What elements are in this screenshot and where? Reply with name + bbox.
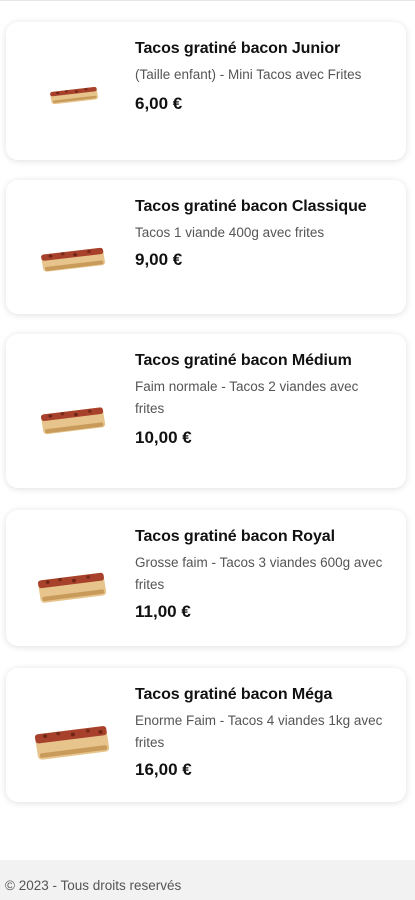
product-description: Faim normale - Tacos 2 viandes avec frit… [135, 379, 359, 416]
product-image [46, 80, 102, 110]
product-title: Tacos gratiné bacon Méga [135, 686, 333, 703]
tacos-image-icon [37, 572, 107, 603]
product-card-classique[interactable]: Tacos gratiné bacon Classique Tacos 1 vi… [6, 180, 406, 314]
footer: © 2023 - Tous droits reservés [0, 860, 415, 900]
product-info: Tacos gratiné bacon Classique Tacos 1 vi… [135, 198, 390, 270]
product-title: Tacos gratiné bacon Classique [135, 198, 367, 215]
product-price: 11,00 € [135, 602, 191, 621]
product-card-royal[interactable]: Tacos gratiné bacon Royal Grosse faim - … [6, 510, 406, 646]
product-info: Tacos gratiné bacon Royal Grosse faim - … [135, 528, 390, 622]
tacos-image-icon [34, 726, 110, 760]
product-title: Tacos gratiné bacon Médium [135, 352, 352, 369]
product-card-mega[interactable]: Tacos gratiné bacon Méga Enorme Faim - T… [6, 668, 406, 802]
product-title: Tacos gratiné bacon Royal [135, 528, 335, 545]
product-description: Enorme Faim - Tacos 4 viandes 1kg avec f… [135, 713, 383, 750]
product-info: Tacos gratiné bacon Junior (Taille enfan… [135, 40, 390, 114]
tacos-image-icon [50, 86, 98, 105]
top-divider [0, 0, 415, 1]
copyright-text: © 2023 - Tous droits reservés [5, 878, 182, 893]
product-price: 6,00 € [135, 94, 183, 113]
product-description: Tacos 1 viande 400g avec frites [135, 225, 325, 240]
product-price: 10,00 € [135, 428, 192, 447]
product-title: Tacos gratiné bacon Junior [135, 40, 341, 57]
product-price: 16,00 € [135, 760, 192, 779]
product-info: Tacos gratiné bacon Médium Faim normale … [135, 352, 390, 448]
product-description: Grosse faim - Tacos 3 viandes 600g avec … [135, 555, 383, 592]
tacos-image-icon [41, 247, 106, 272]
product-card-junior[interactable]: Tacos gratiné bacon Junior (Taille enfan… [6, 22, 406, 160]
tacos-image-icon [41, 407, 106, 435]
product-image [38, 240, 108, 278]
product-image [38, 400, 108, 440]
product-image [34, 720, 110, 764]
product-price: 9,00 € [135, 250, 183, 269]
product-image [36, 566, 108, 608]
product-info: Tacos gratiné bacon Méga Enorme Faim - T… [135, 686, 390, 780]
product-description: (Taille enfant) - Mini Tacos avec Frites [135, 67, 362, 82]
product-card-medium[interactable]: Tacos gratiné bacon Médium Faim normale … [6, 334, 406, 488]
